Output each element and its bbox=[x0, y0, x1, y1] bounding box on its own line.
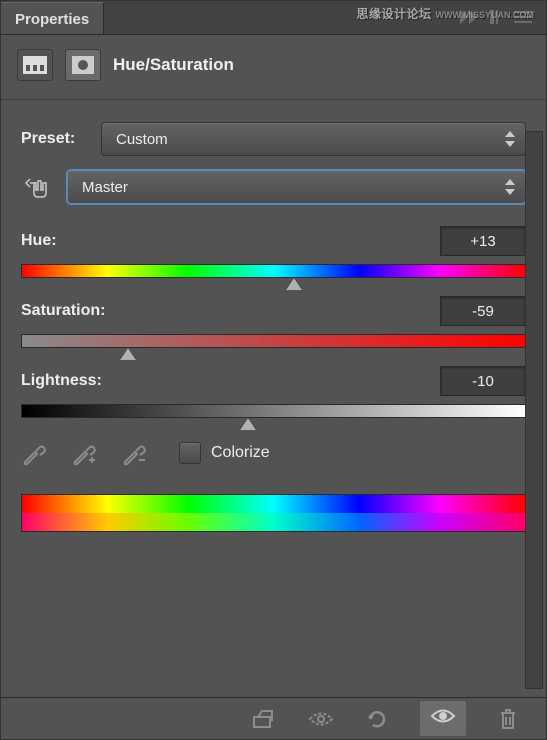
eyedropper-plus-icon[interactable] bbox=[71, 440, 97, 466]
vertical-scrollbar[interactable] bbox=[525, 131, 543, 689]
lightness-value-input[interactable]: -10 bbox=[440, 366, 526, 396]
range-select[interactable]: Master bbox=[67, 170, 526, 204]
preset-select[interactable]: Custom bbox=[101, 122, 526, 156]
lightness-slider-thumb[interactable] bbox=[240, 418, 256, 430]
spectrum-output bbox=[22, 513, 525, 531]
saturation-slider[interactable] bbox=[21, 334, 526, 348]
watermark: 思缘设计论坛WWW.MISSYUAN.COM bbox=[356, 5, 534, 22]
scrubby-hand-icon[interactable] bbox=[21, 173, 55, 201]
tab-properties[interactable]: Properties bbox=[1, 2, 104, 34]
adjustment-icon-button[interactable] bbox=[17, 49, 53, 81]
properties-panel: 思缘设计论坛WWW.MISSYUAN.COM Properties Hue/Sa… bbox=[0, 0, 547, 740]
hue-label: Hue: bbox=[21, 232, 89, 250]
saturation-label: Saturation: bbox=[21, 302, 105, 320]
mask-icon bbox=[72, 56, 94, 74]
toggle-visibility-icon[interactable] bbox=[420, 701, 466, 736]
content-area: Preset: Custom Master Hue: +13 bbox=[1, 100, 546, 532]
spectrum-preview bbox=[21, 494, 526, 532]
eyedropper-icon[interactable] bbox=[21, 440, 47, 466]
preset-label: Preset: bbox=[21, 130, 89, 148]
reset-icon[interactable] bbox=[366, 708, 388, 730]
mask-icon-button[interactable] bbox=[65, 49, 101, 81]
lightness-label: Lightness: bbox=[21, 372, 102, 390]
eyedropper-minus-icon[interactable] bbox=[121, 440, 147, 466]
hue-slider-thumb[interactable] bbox=[286, 278, 302, 290]
adjustment-title: Hue/Saturation bbox=[113, 55, 234, 75]
chevron-updown-icon bbox=[505, 131, 515, 147]
saturation-slider-thumb[interactable] bbox=[120, 348, 136, 360]
dock-icon[interactable] bbox=[490, 10, 504, 24]
hue-sat-icon bbox=[23, 56, 47, 74]
preset-value: Custom bbox=[116, 131, 168, 148]
adjustment-header: Hue/Saturation bbox=[1, 35, 546, 100]
panel-footer bbox=[1, 697, 546, 739]
hue-slider[interactable] bbox=[21, 264, 526, 278]
colorize-checkbox[interactable] bbox=[179, 442, 201, 464]
chevron-updown-icon bbox=[505, 179, 515, 195]
fast-forward-icon[interactable] bbox=[460, 10, 480, 24]
clip-to-layer-icon[interactable] bbox=[252, 709, 276, 729]
range-value: Master bbox=[82, 179, 128, 196]
saturation-value-input[interactable]: -59 bbox=[440, 296, 526, 326]
hue-value-input[interactable]: +13 bbox=[440, 226, 526, 256]
spectrum-input bbox=[22, 495, 525, 513]
lightness-slider[interactable] bbox=[21, 404, 526, 418]
delete-icon[interactable] bbox=[498, 708, 518, 730]
panel-menu-icon[interactable] bbox=[514, 11, 532, 23]
view-previous-icon[interactable] bbox=[308, 710, 334, 728]
colorize-label: Colorize bbox=[211, 444, 270, 462]
